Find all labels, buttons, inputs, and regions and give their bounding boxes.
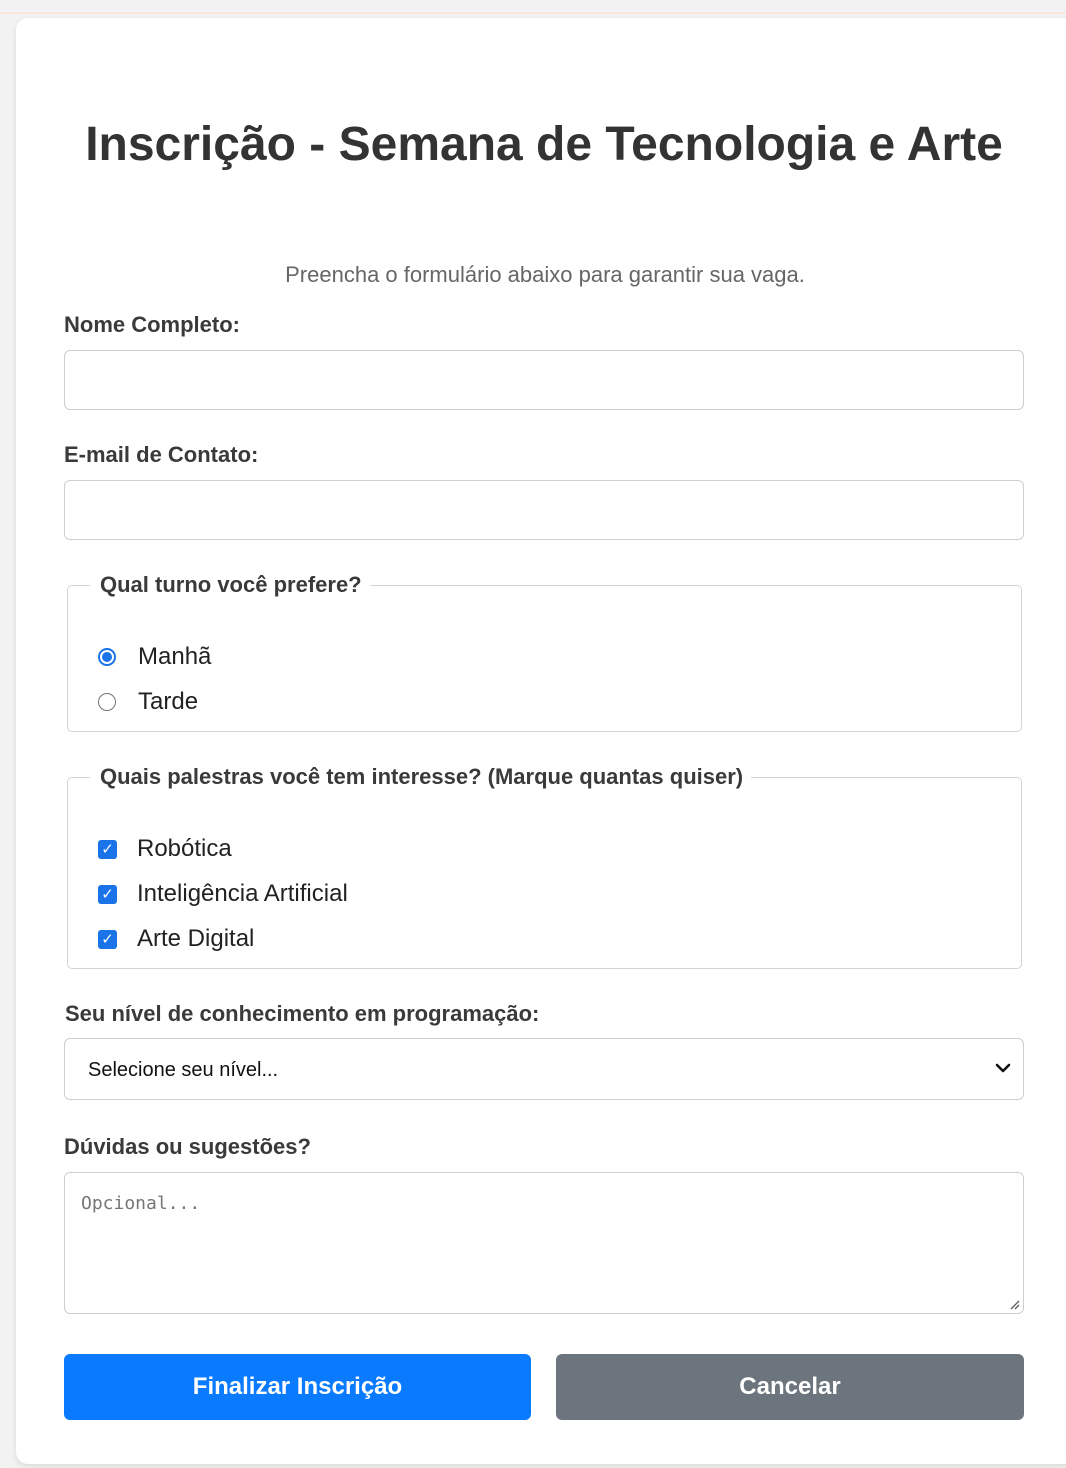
shift-option-morning[interactable]: Manhã [98,642,211,672]
email-label: E-mail de Contato: [64,442,259,467]
level-label: Seu nível de conhecimento em programação… [65,1001,540,1026]
talks-fieldset: Quais palestras você tem interesse? (Mar… [67,764,1022,969]
cancel-button[interactable]: Cancelar [556,1354,1024,1420]
talks-legend: Quais palestras você tem interesse? (Mar… [100,764,744,789]
page-title: Inscrição - Semana de Tecnologia e Arte [85,118,1003,171]
shift-legend: Qual turno você prefere? [100,572,362,597]
checkbox-checked-icon[interactable]: ✓ [98,884,117,904]
shift-option-label: Manhã [138,643,212,670]
comments-textarea[interactable]: Opcional... [64,1172,1024,1314]
talk-option-label: Arte Digital [137,925,255,952]
shift-option-afternoon[interactable]: Tarde [98,687,198,717]
top-border [0,0,1066,14]
shift-fieldset: Qual turno você prefere? Manhã Tarde [67,572,1022,732]
level-select[interactable]: Selecione seu nível... [64,1038,1024,1100]
submit-button[interactable]: Finalizar Inscrição [64,1354,531,1420]
page-subtitle: Preencha o formulário abaixo para garant… [285,262,805,287]
chevron-down-icon [995,1063,1011,1073]
talk-option-robotics[interactable]: ✓ Robótica [98,834,232,864]
name-label: Nome Completo: [64,312,240,337]
email-input[interactable] [64,480,1024,540]
full-name-input[interactable] [64,350,1024,410]
comments-placeholder: Opcional... [81,1193,201,1214]
talk-option-label: Robótica [137,835,232,862]
radio-selected-icon[interactable] [98,648,116,666]
comments-label: Dúvidas ou sugestões? [64,1134,311,1159]
checkbox-checked-icon[interactable]: ✓ [98,929,117,949]
shift-option-label: Tarde [138,688,199,715]
checkbox-checked-icon[interactable]: ✓ [98,839,117,859]
talk-option-digital-art[interactable]: ✓ Arte Digital [98,924,254,954]
level-select-value: Selecione seu nível... [88,1059,279,1081]
radio-unselected-icon[interactable] [98,693,116,711]
resize-handle-icon[interactable] [1006,1296,1020,1310]
registration-form-card: Inscrição - Semana de Tecnologia e Arte … [16,18,1066,1464]
talk-option-label: Inteligência Artificial [137,880,348,907]
talk-option-ai[interactable]: ✓ Inteligência Artificial [98,879,348,909]
